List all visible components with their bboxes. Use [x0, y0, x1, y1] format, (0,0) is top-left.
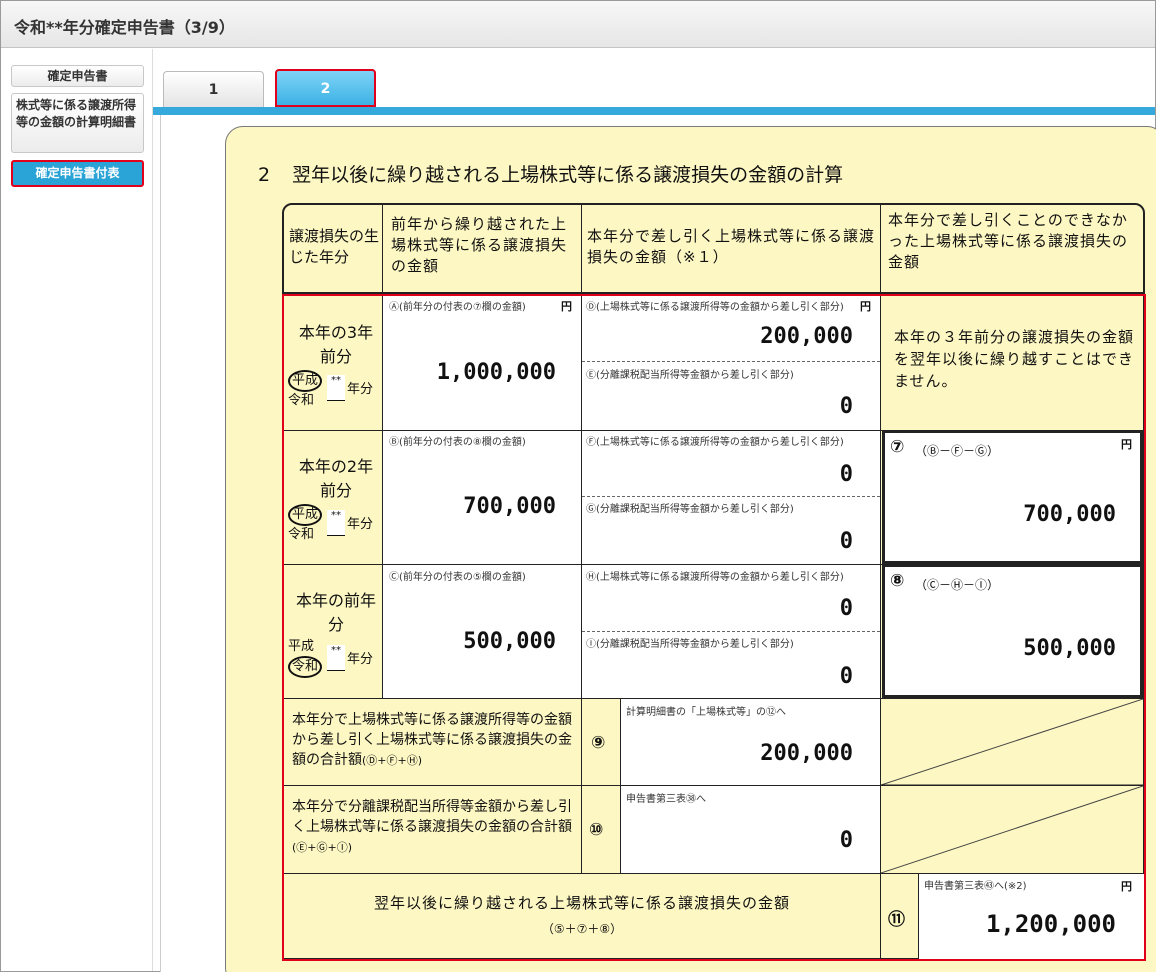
tab-underline — [153, 107, 1155, 115]
window-title: 令和**年分確定申告書（3/9） — [1, 1, 1155, 48]
header-col2: 前年から繰り越された上場株式等に係る譲渡損失の金額 — [391, 215, 568, 275]
header-col1: 譲渡損失の生じた年分 — [289, 227, 380, 266]
tab-label: 2 — [320, 81, 331, 97]
section-number: 2 — [258, 164, 271, 186]
tab-bar: 1 2 — [153, 49, 1155, 115]
tab-1[interactable]: 1 — [163, 71, 264, 108]
section-title: 翌年以後に繰り越される上場株式等に係る譲渡損失の金額の計算 — [292, 164, 844, 186]
sidebar-item-shinkokusho[interactable]: 確定申告書 — [11, 65, 144, 87]
header-col4: 本年分で差し引くことのできなかった上場株式等に係る譲渡損失の金額 — [888, 211, 1129, 271]
sidebar-item-label: 確定申告書 — [47, 69, 108, 83]
tab-label: 1 — [208, 82, 219, 98]
section-heading: 2 翌年以後に繰り越される上場株式等に係る譲渡損失の金額の計算 — [258, 160, 843, 187]
tab-2[interactable]: 2 — [275, 69, 376, 107]
sidebar: 確定申告書 株式等に係る譲渡所得等の金額の計算明細書 確定申告書付表 — [1, 49, 153, 971]
header-col3: 本年分で差し引く上場株式等に係る譲渡損失の金額（※１） — [587, 227, 876, 266]
highlight-data-area — [282, 294, 1146, 961]
sidebar-item-label: 確定申告書付表 — [35, 166, 120, 180]
sidebar-item-fuhyo[interactable]: 確定申告書付表 — [11, 160, 144, 187]
sidebar-item-keisan-meisaisho[interactable]: 株式等に係る譲渡所得等の金額の計算明細書 — [11, 93, 144, 153]
sidebar-item-label: 株式等に係る譲渡所得等の金額の計算明細書 — [16, 98, 137, 129]
